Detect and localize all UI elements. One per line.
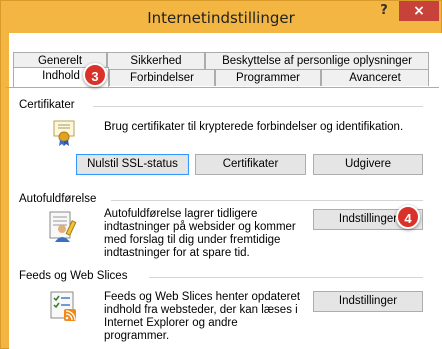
tab-programs[interactable]: Programmer [215,69,321,86]
feeds-description-line: Internet Explorer og andre [104,317,238,329]
autocomplete-description-line: indtastninger på websider og kommer [104,221,296,233]
feeds-description-line: Feeds og Web Slices henter opdateret [104,291,301,303]
close-button[interactable]: × [399,1,439,21]
feeds-description-line: indhold fra websteder, der kan læses i [104,304,298,316]
autocomplete-description-line: indtastninger for at spare tid. [104,247,250,259]
autocomplete-description-line: med forslag til dig under fremtidige [104,234,281,246]
autocomplete-description-line: Autofuldførelse lagrer tidligere [104,208,258,220]
step-badge-3: 3 [83,63,107,87]
certificates-heading: Certifikater [19,99,75,111]
clear-ssl-state-button[interactable]: Nulstil SSL-status [76,154,189,175]
tab-divider [5,87,439,88]
autocomplete-divider [111,200,423,201]
title-bar[interactable]: Internetindstillinger ? × [1,1,441,33]
feeds-settings-button[interactable]: Indstillinger [313,291,423,312]
publishers-button[interactable]: Udgivere [313,154,423,175]
autocomplete-description: Autofuldførelse lagrer tidligere indtast… [104,208,296,260]
step-badge-4: 4 [396,205,420,229]
help-button[interactable]: ? [369,1,399,21]
tab-security[interactable]: Sikkerhed [107,52,205,69]
tab-connections[interactable]: Forbindelser [109,69,215,86]
internet-options-window: Internetindstillinger ? × Generelt Sikke… [0,0,442,349]
certificates-description: Brug certifikater til krypterede forbind… [104,121,404,133]
autocomplete-heading: Autofuldførelse [19,193,97,205]
certificates-divider [93,106,423,107]
tab-advanced[interactable]: Avanceret [321,69,429,86]
certificates-button[interactable]: Certifikater [195,154,306,175]
feeds-icon [50,291,76,321]
feeds-heading: Feeds og Web Slices [19,270,128,282]
certificate-icon [53,120,75,146]
feeds-description: Feeds og Web Slices henter opdateret ind… [104,291,300,343]
feeds-divider [149,277,423,278]
tab-privacy[interactable]: Beskyttelse af personlige oplysninger [205,52,429,69]
feeds-description-line: programmer. [104,330,170,342]
autocomplete-icon [49,211,77,242]
